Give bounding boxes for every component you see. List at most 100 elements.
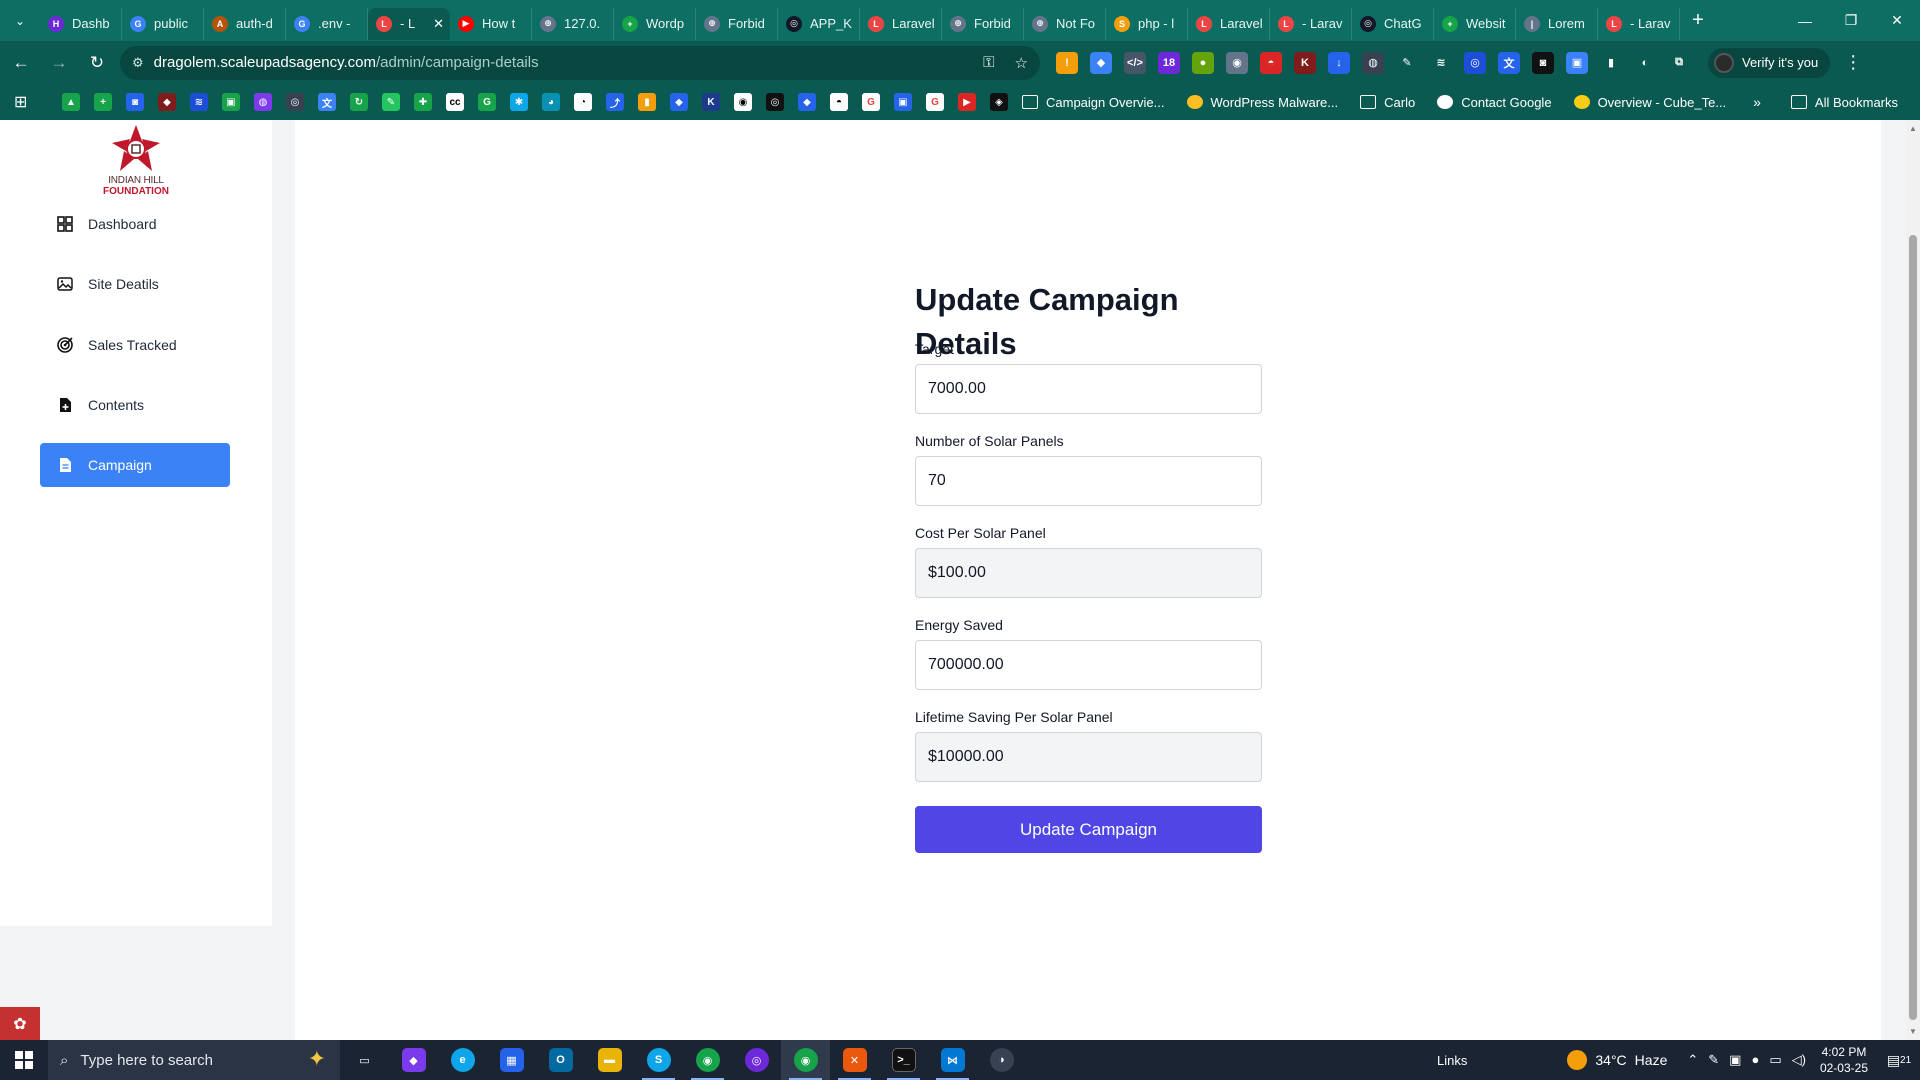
extension-icon[interactable]: ◆: [1090, 51, 1112, 74]
browser-tab[interactable]: Aauth-d: [204, 7, 286, 40]
restore-button[interactable]: ❐: [1828, 0, 1874, 41]
minimize-button[interactable]: —: [1782, 0, 1828, 41]
browser-tab[interactable]: L - Larav: [1270, 7, 1352, 40]
bookmark-icon[interactable]: ◍: [254, 93, 272, 111]
chevron-up-icon[interactable]: ⌃: [1687, 1052, 1698, 1068]
all-bookmarks-button[interactable]: All Bookmarks: [1790, 95, 1898, 110]
bookmark-icon[interactable]: ✎: [382, 93, 400, 111]
weather-widget[interactable]: 34°C Haze: [1567, 1050, 1667, 1070]
lock-bookmark-icon[interactable]: ▣: [222, 93, 240, 111]
taskbar-file-explorer[interactable]: ▬: [585, 1040, 634, 1080]
sidebar-item-contents[interactable]: Contents: [40, 383, 230, 427]
new-tab-button[interactable]: +: [1680, 0, 1716, 41]
browser-tab[interactable]: G .env -: [286, 7, 368, 40]
bookmark-icon[interactable]: ▣: [894, 93, 912, 111]
bookmark-icon[interactable]: ◆: [798, 93, 816, 111]
bookmark-icon[interactable]: ◉: [734, 93, 752, 111]
sidebar-item-sales-tracked[interactable]: Sales Tracked: [40, 323, 230, 367]
close-window-button[interactable]: ✕: [1874, 0, 1920, 41]
sheets-bookmark-icon[interactable]: +: [94, 93, 112, 111]
sidebar-item-site-details[interactable]: Site Deatils: [40, 262, 230, 306]
taskbar-obs[interactable]: ◑: [977, 1040, 1026, 1080]
translate-bookmark-icon[interactable]: 文: [318, 93, 336, 111]
bookmark-icon[interactable]: ↻: [350, 93, 368, 111]
extension-icon[interactable]: ◍: [1362, 51, 1384, 74]
bookmark-icon[interactable]: ▶: [958, 93, 976, 111]
camera-extension-icon[interactable]: ◉: [1226, 51, 1248, 74]
page-scrollbar[interactable]: ▲ ▼: [1906, 120, 1920, 1040]
taskbar-skype[interactable]: S: [634, 1040, 683, 1080]
taskbar-edge[interactable]: e: [438, 1040, 487, 1080]
microphone-icon[interactable]: ●: [1751, 1052, 1759, 1068]
laravel-debug-icon[interactable]: ✿: [0, 1007, 40, 1040]
profile-button[interactable]: Verify it's you: [1708, 47, 1831, 78]
links-toolbar[interactable]: Links: [1437, 1053, 1467, 1068]
browser-tab[interactable]: ◎ APP_K: [778, 7, 860, 40]
browser-tab[interactable]: Gpublic: [122, 7, 204, 40]
bookmark-icon[interactable]: ◆: [670, 93, 688, 111]
bookmark-icon[interactable]: ◙: [126, 93, 144, 111]
task-view-button[interactable]: ▭: [340, 1040, 389, 1080]
google-bookmark-icon[interactable]: G: [862, 93, 880, 111]
bookmark-link[interactable]: WordPress Malware...: [1186, 95, 1338, 110]
browser-tab[interactable]: ⊕ 127.0.: [532, 7, 614, 40]
sidebar-item-dashboard[interactable]: Dashboard: [40, 202, 230, 246]
solar-panels-input[interactable]: 70: [915, 456, 1262, 506]
bookmark-icon[interactable]: ◓: [830, 93, 848, 111]
bookmark-icon[interactable]: ◕: [542, 93, 560, 111]
site-info-icon[interactable]: ⚙: [132, 55, 144, 71]
password-key-icon[interactable]: ⚿: [983, 54, 994, 72]
bookmark-icon[interactable]: ◆: [158, 93, 176, 111]
browser-tab[interactable]: L Laravel: [1188, 7, 1270, 40]
bookmark-icon[interactable]: cc: [446, 93, 464, 111]
bookmark-icon[interactable]: ◎: [286, 93, 304, 111]
taskbar-chrome-active[interactable]: ◉: [781, 1040, 830, 1080]
start-button[interactable]: [0, 1040, 48, 1080]
pen-icon[interactable]: ✎: [1708, 1052, 1719, 1068]
browser-tab[interactable]: + Wordp: [614, 7, 696, 40]
browser-tab[interactable]: L - Larav: [1598, 7, 1680, 40]
browser-tab[interactable]: Sphp - l: [1106, 7, 1188, 40]
menu-kebab-icon[interactable]: ⋮: [1844, 52, 1862, 73]
bookmark-star-icon[interactable]: ☆: [1015, 54, 1028, 72]
extension-icon[interactable]: ≋: [1430, 52, 1452, 74]
extension-icon[interactable]: </>: [1124, 51, 1146, 74]
browser-tab[interactable]: ⊕ Forbid: [696, 7, 778, 40]
extension-icon[interactable]: ◙: [1532, 51, 1554, 74]
extension-icon[interactable]: ◓: [1260, 51, 1282, 74]
address-bar[interactable]: ⚙ dragolem.scaleupadsagency.com/admin/ca…: [120, 45, 1040, 80]
extension-icon[interactable]: ●: [1192, 51, 1214, 74]
extension-icon[interactable]: ◎: [1464, 51, 1486, 74]
extension-icon[interactable]: K: [1294, 51, 1316, 74]
browser-tab[interactable]: ⊕ Forbid: [942, 7, 1024, 40]
taskbar-copilot[interactable]: ◆: [389, 1040, 438, 1080]
browser-tab[interactable]: ⊕ Not Fo: [1024, 7, 1106, 40]
volume-icon[interactable]: ◁): [1792, 1052, 1806, 1068]
taskbar-outlook[interactable]: O: [536, 1040, 585, 1080]
more-bookmarks-icon[interactable]: »: [1753, 94, 1761, 110]
taskbar-vscode[interactable]: ⋈: [928, 1040, 977, 1080]
sidebar-item-campaign[interactable]: Campaign: [40, 443, 230, 487]
extension-icon[interactable]: 18: [1158, 51, 1180, 74]
energy-saved-input[interactable]: 700000.00: [915, 640, 1262, 690]
extension-icon[interactable]: !: [1056, 51, 1078, 74]
bookmark-link[interactable]: Overview - Cube_Te...: [1573, 95, 1726, 110]
bookmark-link[interactable]: Contact Google: [1437, 95, 1552, 110]
taskbar-xampp[interactable]: ✕: [830, 1040, 879, 1080]
update-campaign-button[interactable]: Update Campaign: [915, 806, 1262, 853]
forward-button[interactable]: →: [42, 46, 76, 80]
bookmark-icon[interactable]: K: [702, 93, 720, 111]
browser-tab[interactable]: | Lorem: [1516, 7, 1598, 40]
scroll-down-icon[interactable]: ▼: [1909, 1027, 1917, 1036]
bookmark-icon[interactable]: ◈: [990, 93, 1008, 111]
extension-icon[interactable]: ▣: [1566, 51, 1588, 74]
scrollbar-thumb[interactable]: [1909, 235, 1917, 1020]
download-extension-icon[interactable]: ↓: [1328, 51, 1350, 74]
browser-tab[interactable]: H Dashb: [40, 7, 122, 40]
notification-button[interactable]: ▤ 21: [1884, 1052, 1914, 1069]
bookmark-icon[interactable]: ▮: [638, 93, 656, 111]
taskbar-github[interactable]: ◎: [732, 1040, 781, 1080]
bookmark-icon[interactable]: ◔: [574, 93, 592, 111]
browser-tab[interactable]: ▶ How t: [450, 7, 532, 40]
taskbar-terminal[interactable]: >_: [879, 1040, 928, 1080]
